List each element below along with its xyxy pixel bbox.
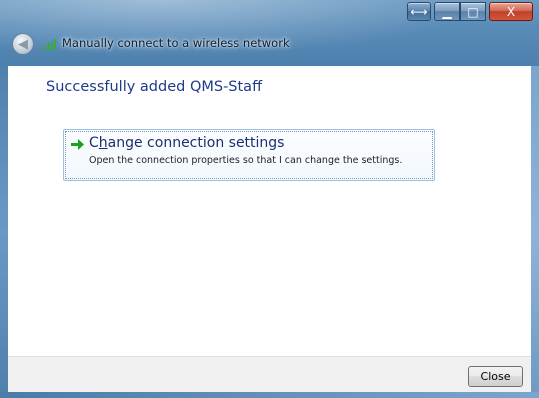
bottom-border [0, 392, 539, 398]
close-button[interactable]: Close [468, 366, 523, 387]
option-description: Open the connection properties so that I… [89, 155, 403, 166]
green-arrow-icon [71, 139, 84, 150]
minimize-button[interactable]: ▁ [434, 2, 460, 21]
back-arrow-icon: ◀ [18, 36, 28, 52]
footer-bar: Close [8, 356, 531, 392]
back-button[interactable]: ◀ [12, 33, 34, 55]
option-title: Change connection settings [89, 135, 284, 151]
window-title: Manually connect to a wireless network [62, 36, 290, 50]
page-heading: Successfully added QMS-Staff [46, 79, 263, 95]
resize-icon[interactable]: ⟷ [407, 2, 431, 21]
option-title-start: C [89, 135, 99, 151]
caption-buttons: ⟷ ▁ □ X [407, 2, 533, 21]
left-border [0, 66, 8, 398]
change-connection-settings-option[interactable]: Change connection settings Open the conn… [63, 129, 435, 181]
option-title-rest: ange connection settings [107, 135, 285, 151]
content-area: Successfully added QMS-Staff Change conn… [8, 66, 531, 356]
option-title-access-key: h [98, 135, 108, 151]
window-frame: ⟷ ▁ □ X ◀ Manually connect to a wireless… [0, 0, 539, 398]
wireless-network-icon [42, 39, 56, 50]
close-window-button[interactable]: X [489, 2, 533, 21]
maximize-button[interactable]: □ [460, 2, 486, 21]
right-border [531, 66, 539, 398]
title-bar: ⟷ ▁ □ X ◀ Manually connect to a wireless… [0, 0, 539, 66]
